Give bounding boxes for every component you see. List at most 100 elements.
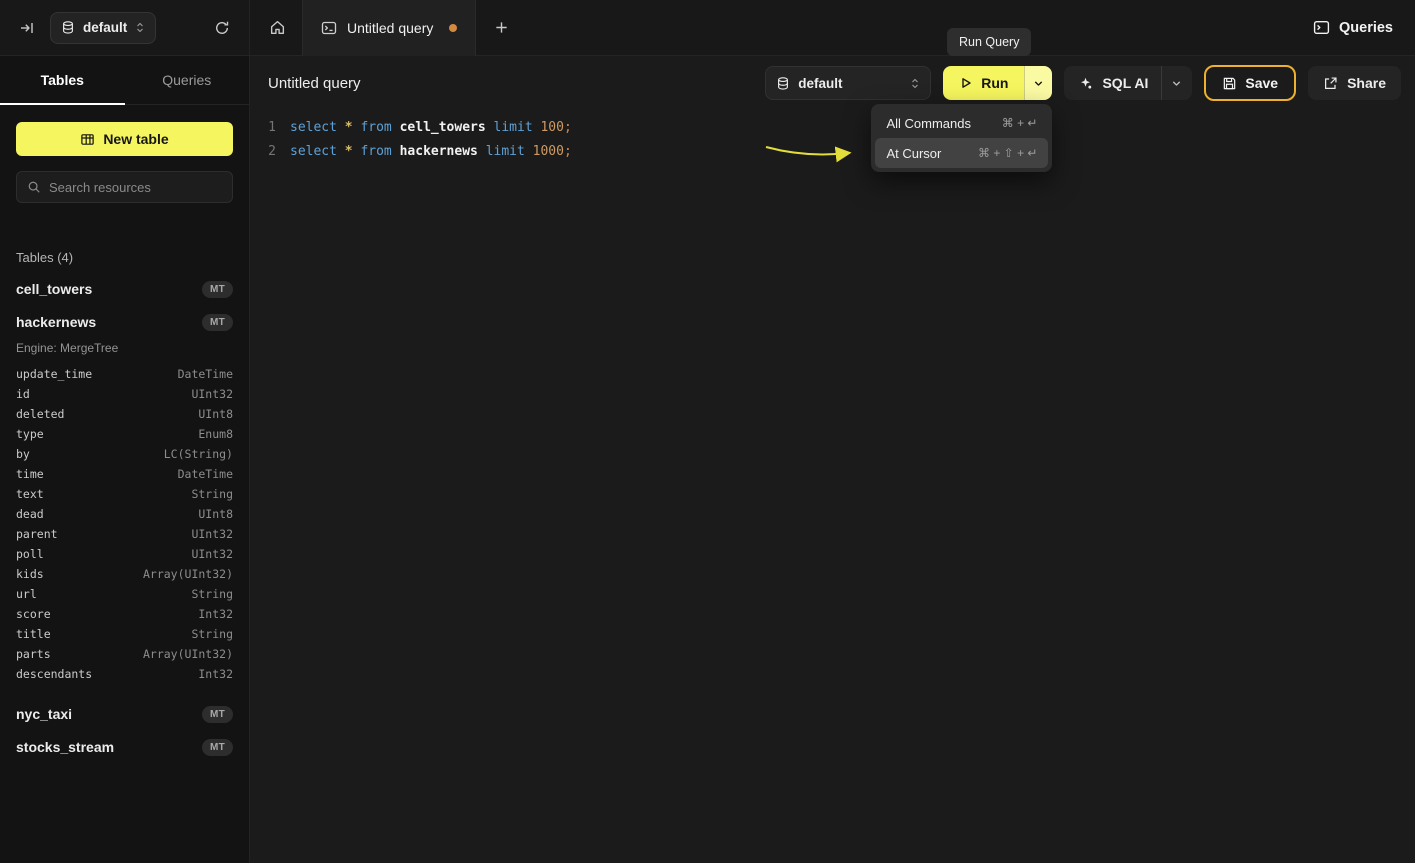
save-icon — [1222, 76, 1237, 91]
column-row: pollUInt32 — [0, 544, 249, 564]
search-input[interactable] — [49, 180, 225, 195]
collapse-sidebar-icon[interactable] — [12, 13, 42, 43]
code-text: select * from hackernews limit 1000; — [290, 144, 572, 159]
column-type: LC(String) — [164, 447, 233, 461]
column-name: id — [16, 387, 30, 401]
run-query-tooltip: Run Query — [947, 28, 1031, 56]
top-bar: default Untitled query — [0, 0, 1415, 56]
columns-list: update_timeDateTimeidUInt32deletedUInt8t… — [0, 364, 249, 684]
column-row: textString — [0, 484, 249, 504]
column-name: parent — [16, 527, 58, 541]
database-icon — [776, 76, 790, 91]
sidebar-tab-tables[interactable]: Tables — [0, 56, 125, 104]
unsaved-indicator-dot — [449, 24, 457, 32]
tables-list: cell_towersMThackernewsMTEngine: MergeTr… — [0, 273, 249, 764]
sidebar-tabs: Tables Queries — [0, 56, 249, 105]
menu-item-label: At Cursor — [886, 146, 941, 161]
table-name: stocks_stream — [16, 739, 114, 755]
column-name: time — [16, 467, 44, 481]
share-label: Share — [1347, 75, 1386, 91]
sidebar: Tables Queries New table T — [0, 56, 250, 863]
line-number: 2 — [250, 140, 276, 164]
search-icon — [27, 180, 41, 194]
sidebar-tab-queries[interactable]: Queries — [125, 56, 250, 104]
column-row: kidsArray(UInt32) — [0, 564, 249, 584]
line-number: 1 — [250, 116, 276, 140]
save-button[interactable]: Save — [1204, 65, 1296, 101]
engine-badge: MT — [202, 314, 233, 331]
refresh-button[interactable] — [207, 13, 237, 43]
column-row: update_timeDateTime — [0, 364, 249, 384]
sparkle-icon — [1078, 76, 1093, 91]
run-menu: All Commands⌘ + ↵ At Cursor ⌘ + ⇧ + ↵ — [871, 104, 1052, 172]
column-type: String — [191, 627, 233, 641]
home-button[interactable] — [262, 13, 292, 43]
table-row[interactable]: cell_towers MT — [0, 273, 249, 306]
run-menu-item[interactable]: At Cursor ⌘ + ⇧ + ↵ — [875, 138, 1048, 168]
column-type: Int32 — [198, 667, 233, 681]
table-row[interactable]: stocks_stream MT — [0, 731, 249, 764]
search-box — [16, 171, 233, 203]
column-row: id UInt32 — [0, 384, 249, 404]
play-icon — [959, 76, 973, 90]
column-row: parentUInt32 — [0, 524, 249, 544]
save-label: Save — [1245, 75, 1278, 91]
new-table-button[interactable]: New table — [16, 122, 233, 156]
queries-icon — [1313, 19, 1330, 36]
column-row: typeEnum8 — [0, 424, 249, 444]
column-row: deletedUInt8 — [0, 404, 249, 424]
run-menu-item[interactable]: All Commands⌘ + ↵ — [875, 108, 1048, 138]
column-name: deleted — [16, 407, 64, 421]
header-database-value: default — [798, 76, 842, 91]
column-name: title — [16, 627, 51, 641]
column-name: dead — [16, 507, 44, 521]
share-button[interactable]: Share — [1308, 66, 1401, 100]
sidebar-content: New table — [0, 105, 249, 228]
column-type: UInt32 — [191, 387, 233, 401]
header-database-selector[interactable]: default — [765, 66, 931, 100]
table-name: cell_towers — [16, 281, 92, 297]
sql-ai-chevron-down-icon[interactable] — [1161, 66, 1192, 100]
queries-button[interactable]: Queries — [1313, 19, 1393, 36]
column-row: deadUInt8 — [0, 504, 249, 524]
menu-item-label: All Commands — [886, 116, 971, 131]
column-name: parts — [16, 647, 51, 661]
column-type: String — [191, 587, 233, 601]
sql-ai-button[interactable]: SQL AI — [1064, 66, 1192, 100]
share-icon — [1323, 76, 1338, 91]
run-button[interactable]: Run — [943, 66, 1024, 100]
column-row: title String — [0, 624, 249, 644]
column-row: partsArray(UInt32) — [0, 644, 249, 664]
sql-editor[interactable]: 1 select * from cell_towers limit 100; 2 se… — [250, 110, 1415, 863]
chevron-down-icon — [1033, 78, 1044, 89]
column-name: type — [16, 427, 44, 441]
sql-ai-label: SQL AI — [1102, 75, 1148, 91]
column-type: Int32 — [198, 607, 233, 621]
plus-icon — [494, 20, 509, 35]
column-type: UInt32 — [191, 547, 233, 561]
new-table-label: New table — [103, 131, 168, 147]
topbar-database-value: default — [83, 20, 127, 35]
app-window: default Untitled query — [0, 0, 1415, 863]
column-type: Array(UInt32) — [143, 567, 233, 581]
tab-untitled-query[interactable]: Untitled query — [302, 0, 476, 56]
table-grid-icon — [80, 132, 95, 147]
header-actions: default Run — [765, 65, 1401, 101]
run-label: Run — [981, 75, 1008, 91]
column-row: descendantsInt32 — [0, 664, 249, 684]
table-row[interactable]: hackernewsMT — [0, 306, 249, 339]
engine-badge: MT — [202, 739, 233, 756]
new-tab-button[interactable] — [486, 13, 516, 43]
code-text: select * from cell_towers limit 100; — [290, 120, 572, 135]
run-options-button[interactable] — [1024, 66, 1052, 100]
topbar-database-selector[interactable]: default — [50, 12, 156, 44]
database-icon — [61, 20, 75, 35]
run-button-group: Run All Commands⌘ + ↵At Cursor⌘ + ⇧ + ↵ — [943, 66, 1052, 100]
code-line: 1 select * from cell_towers limit 100; — [250, 116, 1415, 140]
table-row[interactable]: nyc_taxiMT — [0, 698, 249, 731]
engine-badge: MT — [202, 281, 233, 298]
console-icon — [321, 20, 337, 36]
column-row: urlString — [0, 584, 249, 604]
menu-item-shortcut: ⌘ + ⇧ + ↵ — [978, 146, 1037, 160]
top-bar-left: default — [0, 0, 250, 55]
